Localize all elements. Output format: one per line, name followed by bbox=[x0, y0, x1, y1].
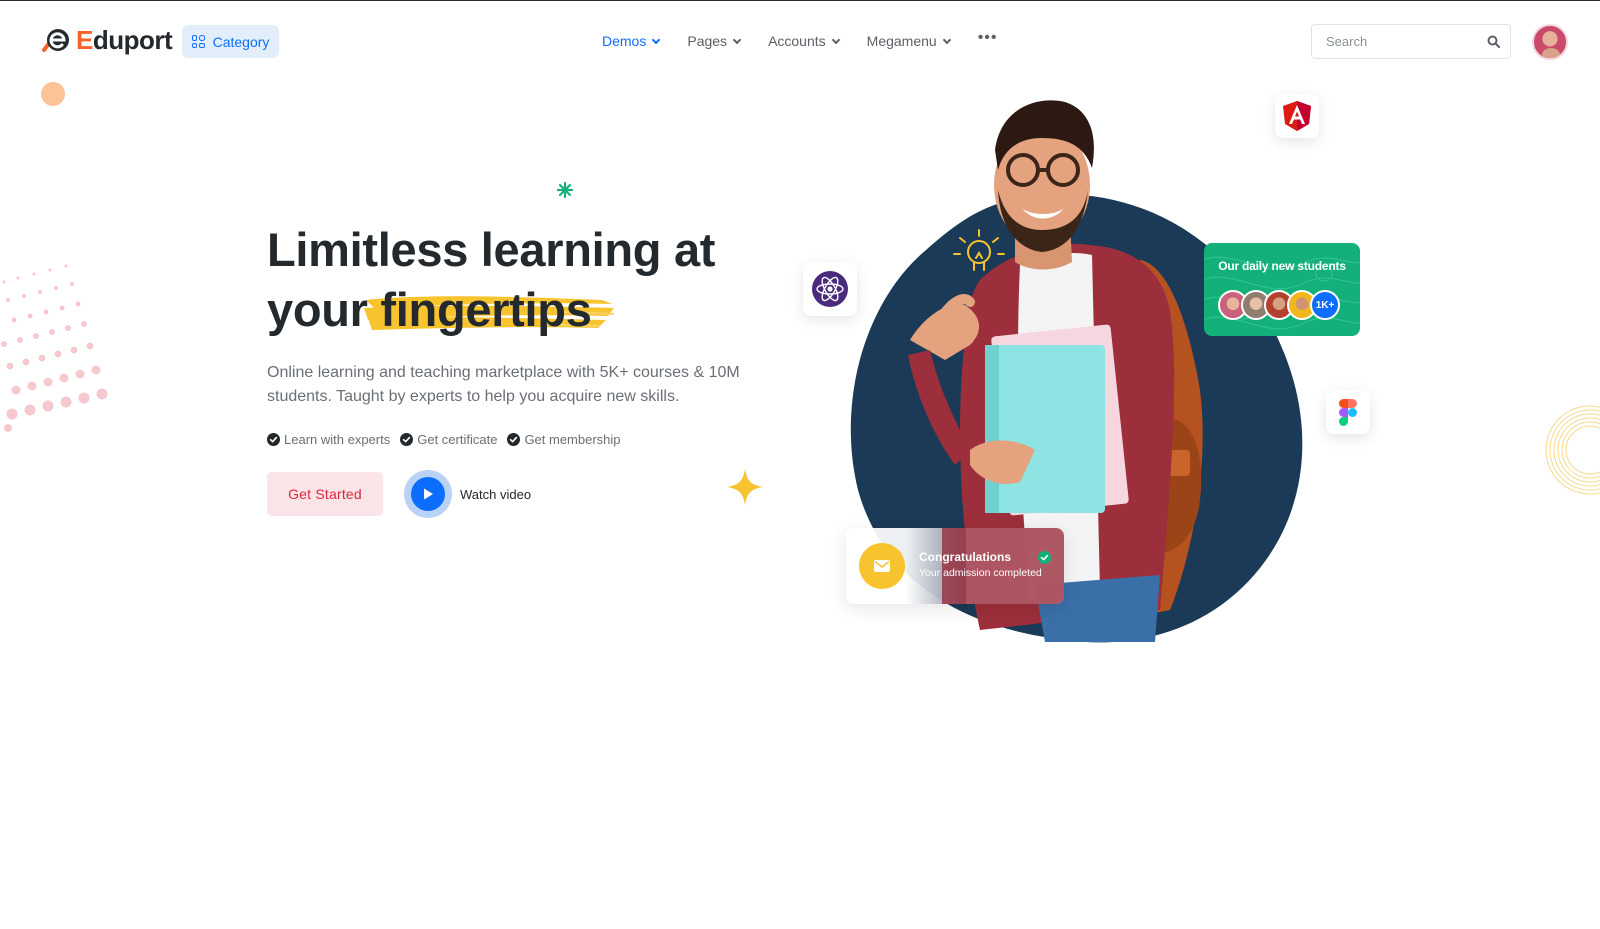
react-icon bbox=[812, 271, 848, 307]
watch-video-label: Watch video bbox=[460, 486, 532, 502]
search-icon[interactable] bbox=[1487, 35, 1500, 48]
play-icon bbox=[424, 488, 433, 500]
student-avatar-stack: 1K+ bbox=[1218, 290, 1340, 320]
watch-video-button[interactable]: Watch video bbox=[404, 470, 531, 518]
feature-list: Learn with experts Get certificate Get m… bbox=[267, 432, 621, 447]
figma-icon bbox=[1339, 398, 1357, 426]
angular-icon bbox=[1283, 101, 1311, 131]
mail-icon bbox=[874, 560, 890, 572]
decor-yellow-ring bbox=[1545, 405, 1600, 495]
decor-yellow-sparkle bbox=[727, 469, 763, 505]
congrats-title: Congratulations bbox=[919, 550, 1011, 564]
logo-mark-icon bbox=[40, 24, 72, 56]
hero-title-highlight: fingertips bbox=[380, 283, 592, 336]
chevron-down-icon bbox=[652, 35, 661, 44]
feature-item: Get membership bbox=[507, 432, 621, 447]
chevron-down-icon bbox=[831, 35, 840, 44]
chevron-down-icon bbox=[732, 35, 742, 44]
hero-title-line2: your bbox=[267, 283, 368, 336]
check-circle-icon bbox=[267, 433, 280, 446]
figma-badge bbox=[1326, 390, 1370, 434]
nav-demos[interactable]: Demos bbox=[602, 33, 661, 49]
chevron-down-icon bbox=[942, 35, 951, 44]
category-label: Category bbox=[212, 33, 270, 50]
more-dots-icon[interactable]: ••• bbox=[978, 29, 998, 47]
search-input[interactable] bbox=[1326, 34, 1476, 49]
hero-title: Limitless learning at your fingertips bbox=[267, 220, 787, 340]
get-started-button[interactable]: Get Started bbox=[267, 472, 383, 516]
daily-students-card: Our daily new students 1K+ bbox=[1204, 243, 1360, 336]
category-button[interactable]: Category bbox=[182, 25, 279, 58]
hero-description: Online learning and teaching marketplace… bbox=[267, 364, 740, 405]
main-nav: Demos Pages Accounts Megamenu ••• bbox=[602, 29, 998, 51]
hero-title-line1: Limitless learning at bbox=[267, 223, 716, 276]
congrats-subtitle: Your admission completed bbox=[919, 567, 1042, 579]
nav-accounts[interactable]: Accounts bbox=[768, 33, 840, 49]
logo[interactable]: Eduport bbox=[40, 24, 173, 56]
check-circle-icon bbox=[507, 433, 521, 446]
check-circle-icon bbox=[1038, 551, 1051, 564]
mail-badge bbox=[859, 543, 905, 589]
check-circle-icon bbox=[400, 433, 414, 446]
nav-pages[interactable]: Pages bbox=[687, 33, 742, 49]
search-box bbox=[1311, 24, 1511, 59]
play-button[interactable] bbox=[404, 470, 452, 518]
react-badge bbox=[803, 262, 857, 316]
angular-badge bbox=[1275, 94, 1319, 138]
logo-text: Eduport bbox=[76, 24, 173, 55]
lightbulb-icon bbox=[953, 229, 1005, 271]
header: Eduport Category Demos Pages Accounts Me… bbox=[0, 0, 1600, 80]
nav-megamenu[interactable]: Megamenu bbox=[867, 33, 951, 49]
decor-peach-circle bbox=[41, 82, 65, 106]
user-avatar[interactable] bbox=[1532, 24, 1568, 60]
decor-dots-pattern bbox=[1, 264, 108, 432]
congratulations-card: Congratulations Your admission completed bbox=[846, 528, 1064, 604]
category-grid-icon bbox=[191, 35, 205, 48]
feature-item: Get certificate bbox=[400, 432, 497, 447]
more-students-badge: 1K+ bbox=[1310, 290, 1340, 320]
decor-green-star bbox=[557, 182, 573, 198]
feature-item: Learn with experts bbox=[267, 432, 390, 447]
students-card-title: Our daily new students bbox=[1218, 259, 1346, 273]
